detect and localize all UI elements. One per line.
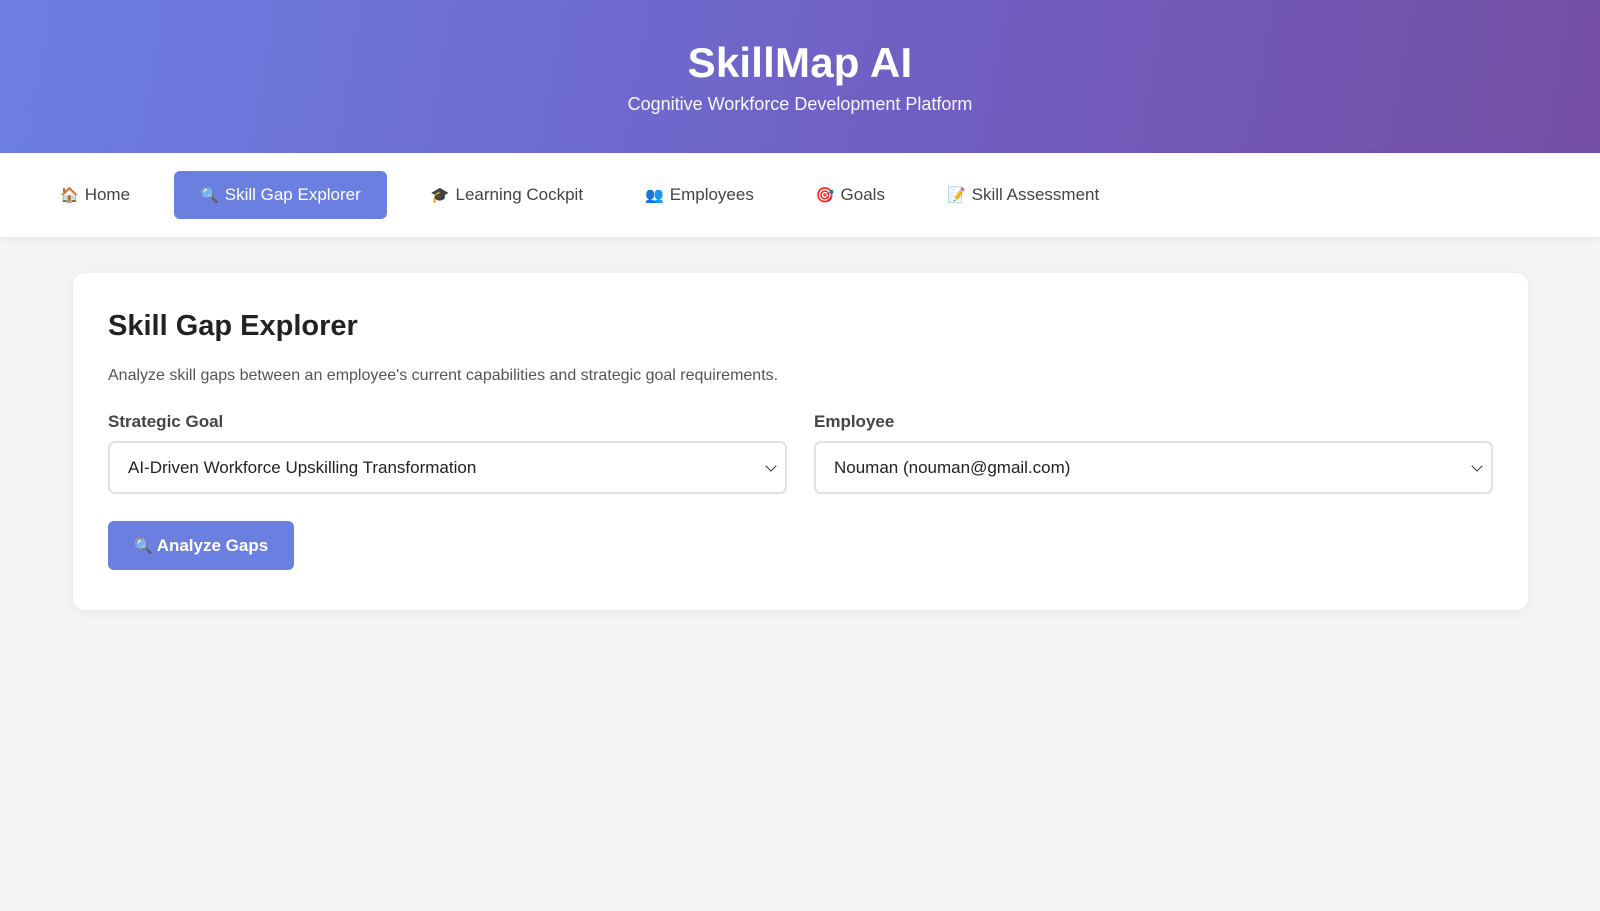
page-title: Skill Gap Explorer [108,310,358,342]
nav-item-label: Skill Gap Explorer [224,185,361,204]
nav-item-label: Employees [669,185,754,204]
strategic-goal-select[interactable]: AI-Driven Workforce Upskilling Transform… [108,441,787,494]
skill-gap-card: Skill Gap Explorer Analyze skill gaps be… [73,273,1528,610]
nav-item-employees[interactable]: 👥 Employees [627,171,772,219]
employee-label: Employee [814,412,895,431]
main-nav: 🏠 Home 🔍 Skill Gap Explorer 🎓 Learning C… [0,153,1600,237]
nav-item-label: Skill Assessment [971,185,1100,204]
nav-item-label: Home [84,185,131,204]
nav-item-learning-cockpit[interactable]: 🎓 Learning Cockpit [413,171,601,219]
employee-group: Employee Nouman (nouman@gmail.com) [814,412,1493,494]
nav-item-label: Goals [840,185,885,204]
nav-item-skill-gap-explorer[interactable]: 🔍 Skill Gap Explorer [174,171,387,219]
employee-select[interactable]: Nouman (nouman@gmail.com) [814,441,1493,494]
magnifier-icon: 🔍 [200,187,219,204]
analyze-gaps-label: Analyze Gaps [156,535,269,555]
app-header: SkillMap AI Cognitive Workforce Developm… [0,0,1600,153]
people-icon: 👥 [645,187,664,204]
strategic-goal-label: Strategic Goal [108,412,224,431]
nav-item-label: Learning Cockpit [455,185,584,204]
selector-row: Strategic Goal AI-Driven Workforce Upski… [108,412,1493,494]
magnifier-icon: 🔍 [134,537,153,555]
home-icon: 🏠 [60,187,79,204]
chevron-down-icon [1471,459,1483,472]
chevron-down-icon [765,459,777,472]
analyze-gaps-button[interactable]: 🔍 Analyze Gaps [108,521,295,570]
employee-value: Nouman (nouman@gmail.com) [834,457,1071,477]
memo-icon: 📝 [946,187,966,204]
nav-item-home[interactable]: 🏠 Home [42,171,148,219]
graduation-cap-icon: 🎓 [430,187,450,204]
strategic-goal-group: Strategic Goal AI-Driven Workforce Upski… [108,412,787,494]
page-description: Analyze skill gaps between an employee's… [108,367,779,384]
app-subtitle: Cognitive Workforce Development Platform [627,94,973,114]
app-title: SkillMap AI [687,39,913,86]
nav-item-goals[interactable]: 🎯 Goals [798,171,903,219]
target-icon: 🎯 [815,187,835,204]
strategic-goal-value: AI-Driven Workforce Upskilling Transform… [128,457,477,477]
nav-item-skill-assessment[interactable]: 📝 Skill Assessment [929,171,1117,219]
